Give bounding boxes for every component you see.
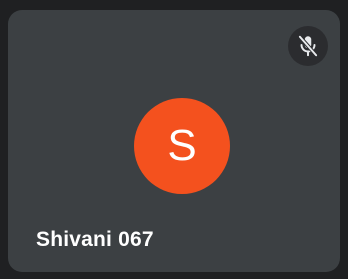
participant-name: Shivani 067 — [36, 228, 154, 251]
mic-off-icon — [288, 26, 328, 66]
participant-tile[interactable]: S Shivani 067 — [8, 10, 340, 272]
mic-off-icon-glyph — [297, 34, 319, 58]
avatar: S — [134, 98, 230, 194]
